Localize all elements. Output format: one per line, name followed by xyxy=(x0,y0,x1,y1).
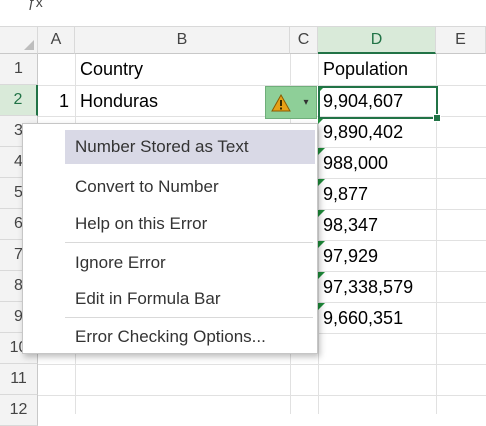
active-cell-border xyxy=(318,86,441,122)
select-all-corner[interactable] xyxy=(0,27,38,54)
menu-item-error-checking-options[interactable]: Error Checking Options... xyxy=(65,320,315,354)
formula-bar-fragment: ƒx xyxy=(28,0,43,10)
cell-d1[interactable]: Population xyxy=(318,54,436,85)
column-header-d[interactable]: D xyxy=(318,27,436,54)
column-header-a[interactable]: A xyxy=(38,27,75,54)
menu-item-convert-to-number[interactable]: Convert to Number xyxy=(65,170,315,204)
cell-d3[interactable]: 9,890,402 xyxy=(318,117,436,148)
column-header-c[interactable]: C xyxy=(290,27,318,54)
cell-b1[interactable]: Country xyxy=(75,54,290,85)
error-indicator xyxy=(318,272,325,279)
warning-triangle-icon xyxy=(266,87,296,118)
error-indicator xyxy=(318,303,325,310)
cell-d5-value: 9,877 xyxy=(323,184,369,204)
chevron-down-icon: ▾ xyxy=(303,97,309,108)
cell-d3-value: 9,890,402 xyxy=(323,122,404,142)
cell-d9[interactable]: 9,660,351 xyxy=(318,303,436,334)
row-header-12[interactable]: 12 xyxy=(0,395,38,426)
row-header-1[interactable]: 1 xyxy=(0,54,38,85)
row-header-2[interactable]: 2 xyxy=(0,85,38,116)
gridline xyxy=(38,364,486,365)
menu-separator xyxy=(65,317,313,318)
menu-item-edit-in-formula-bar[interactable]: Edit in Formula Bar xyxy=(65,282,315,316)
cell-d8-value: 97,338,579 xyxy=(323,277,414,297)
menu-item-help-on-error[interactable]: Help on this Error xyxy=(65,207,315,241)
column-header-b[interactable]: B xyxy=(75,27,290,54)
cell-a2[interactable]: 1 xyxy=(38,86,75,117)
menu-separator xyxy=(65,242,313,243)
cell-b2[interactable]: Honduras xyxy=(75,86,265,117)
cell-d5[interactable]: 9,877 xyxy=(318,179,436,210)
cell-d6[interactable]: 98,347 xyxy=(318,210,436,241)
error-indicator xyxy=(318,148,325,155)
cell-d4[interactable]: 988,000 xyxy=(318,148,436,179)
menu-item-ignore-error[interactable]: Ignore Error xyxy=(65,246,315,280)
row-header-11[interactable]: 11 xyxy=(0,364,38,395)
error-indicator xyxy=(318,210,325,217)
gridline xyxy=(38,395,486,396)
fill-handle[interactable] xyxy=(433,114,441,122)
cell-d8[interactable]: 97,338,579 xyxy=(318,272,436,303)
error-indicator xyxy=(318,179,325,186)
column-header-e[interactable]: E xyxy=(436,27,486,54)
error-options-menu: Number Stored as Text Convert to Number … xyxy=(22,123,318,354)
formula-bar-strip: ƒx xyxy=(0,0,486,27)
menu-item-number-stored-as-text: Number Stored as Text xyxy=(65,130,315,164)
cell-d7[interactable]: 97,929 xyxy=(318,241,436,272)
cell-d4-value: 988,000 xyxy=(323,153,389,173)
error-checking-button[interactable]: ▾ xyxy=(265,86,317,119)
cell-d7-value: 97,929 xyxy=(323,246,379,266)
error-indicator xyxy=(318,241,325,248)
cell-d9-value: 9,660,351 xyxy=(323,308,404,328)
cell-d6-value: 98,347 xyxy=(323,215,379,235)
